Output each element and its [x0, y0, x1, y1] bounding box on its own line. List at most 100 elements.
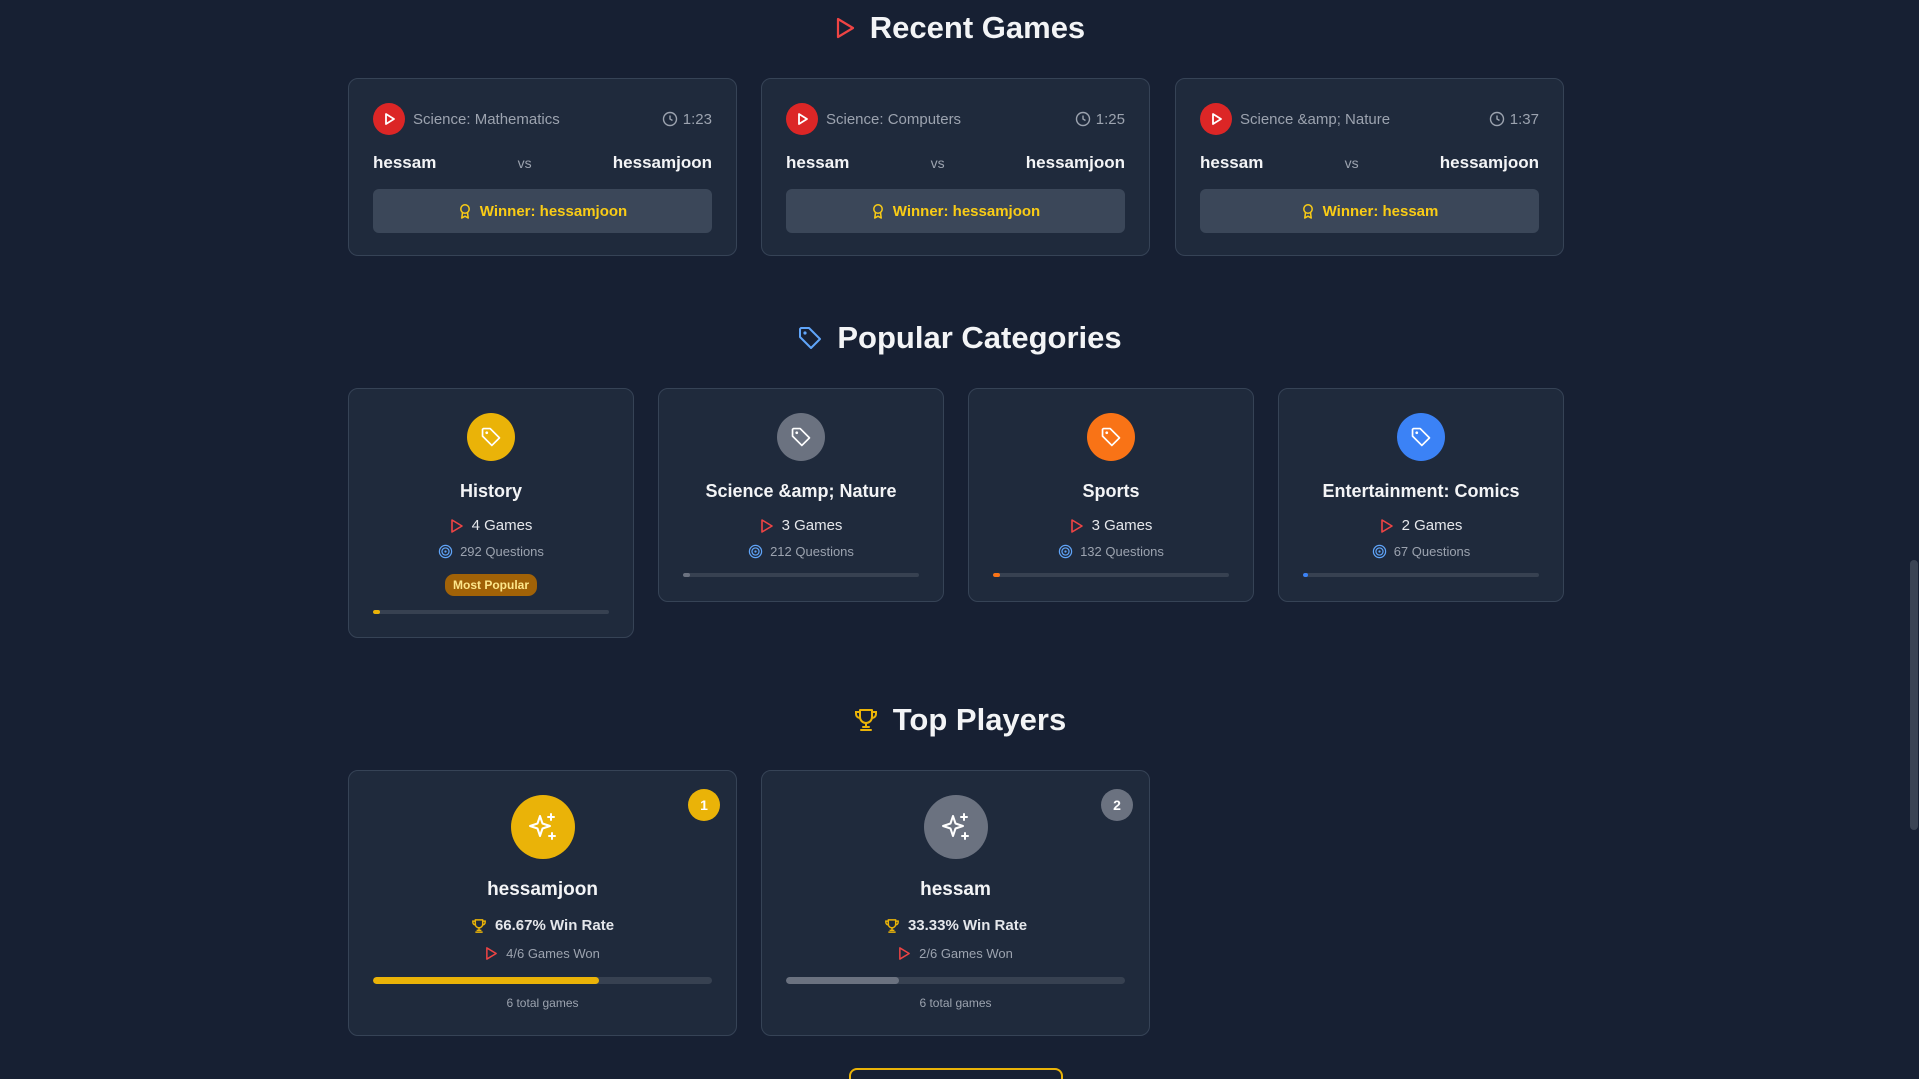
category-popularity-fill	[683, 573, 691, 577]
category-questions: 292 Questions	[349, 544, 633, 559]
category-name: Sports	[1082, 481, 1140, 501]
player-card[interactable]: 1 hessamjoon 66.67% Win Rate 4/6 Games W…	[348, 770, 737, 1036]
award-icon	[1302, 204, 1313, 219]
player-win-rate: 33.33% Win Rate	[762, 917, 1149, 934]
player-card[interactable]: 2 hessam 33.33% Win Rate 2/6 Games Won 6…	[761, 770, 1150, 1036]
games-won-text: 2/6 Games Won	[919, 946, 1013, 961]
winner-banner: Winner: hessamjoon	[373, 189, 712, 233]
game-duration: 1:25	[1075, 111, 1125, 128]
play-icon	[836, 17, 854, 39]
category-games: 2 Games	[1279, 517, 1563, 534]
award-icon	[459, 204, 470, 219]
winner-banner: Winner: hessam	[1200, 189, 1539, 233]
clock-icon	[662, 111, 677, 127]
category-questions: 132 Questions	[969, 544, 1253, 559]
scrollbar[interactable]	[1909, 0, 1919, 1079]
category-card-science-nature[interactable]: Science &amp; Nature 3 Games 212 Questio…	[658, 388, 944, 602]
vs-label: vs	[517, 155, 532, 171]
category-games: 3 Games	[659, 517, 943, 534]
player-two-name: hessamjoon	[612, 153, 712, 172]
winner-text: Winner: hessam	[1322, 202, 1439, 220]
play-icon	[786, 103, 818, 135]
game-time-text: 1:25	[1095, 110, 1125, 128]
winner-text: Winner: hessamjoon	[479, 202, 628, 220]
total-games: 6 total games	[919, 996, 992, 1010]
top-players-title: Top Players	[892, 702, 1067, 737]
clock-icon	[1489, 111, 1504, 127]
popular-categories-heading: Popular Categories	[0, 318, 1919, 358]
page: Recent Games Science: Mathematics 1:23 h…	[0, 0, 1919, 1079]
game-category: Science: Computers	[826, 110, 962, 128]
popular-categories-title: Popular Categories	[837, 320, 1122, 355]
award-icon	[872, 204, 883, 219]
win-rate-bar	[786, 977, 1125, 984]
win-rate-text: 33.33% Win Rate	[907, 917, 1028, 934]
play-icon	[450, 518, 463, 533]
rank-badge: 1	[688, 789, 720, 821]
winner-text: Winner: hessamjoon	[892, 202, 1041, 220]
category-games-count: 2 Games	[1401, 517, 1463, 534]
game-card[interactable]: Science: Mathematics 1:23 hessam vs hess…	[348, 78, 737, 256]
target-icon	[438, 544, 453, 559]
games-won-text: 4/6 Games Won	[506, 946, 600, 961]
clock-icon	[1075, 111, 1090, 127]
category-questions-count: 212 Questions	[770, 544, 854, 559]
tag-icon	[777, 413, 825, 461]
category-games-count: 4 Games	[471, 517, 533, 534]
target-icon	[1058, 544, 1073, 559]
category-popularity-bar	[683, 573, 919, 577]
category-card-history[interactable]: History 4 Games 292 Questions Most Popul…	[348, 388, 634, 638]
player-games-won: 4/6 Games Won	[349, 946, 736, 961]
total-games: 6 total games	[506, 996, 579, 1010]
category-games-count: 3 Games	[781, 517, 843, 534]
tag-icon	[467, 413, 515, 461]
vs-label: vs	[930, 155, 945, 171]
category-questions-count: 132 Questions	[1080, 544, 1164, 559]
game-card[interactable]: Science: Computers 1:25 hessam vs hessam…	[761, 78, 1150, 256]
tag-icon	[1087, 413, 1135, 461]
category-games: 4 Games	[349, 517, 633, 534]
play-icon	[760, 518, 773, 533]
player-name: hessamjoon	[487, 879, 598, 900]
win-rate-fill	[373, 977, 599, 984]
category-questions: 67 Questions	[1279, 544, 1563, 559]
category-popularity-fill	[1303, 573, 1308, 577]
play-icon	[899, 947, 911, 960]
play-icon	[1380, 518, 1393, 533]
player-win-rate: 66.67% Win Rate	[349, 917, 736, 934]
category-questions: 212 Questions	[659, 544, 943, 559]
top-players-heading: Top Players	[0, 700, 1919, 740]
category-games: 3 Games	[969, 517, 1253, 534]
category-popularity-bar	[993, 573, 1229, 577]
category-popularity-fill	[993, 573, 1001, 577]
win-rate-fill	[786, 977, 899, 984]
player-games-won: 2/6 Games Won	[762, 946, 1149, 961]
trophy-icon	[472, 918, 486, 933]
sparkles-icon	[510, 795, 575, 859]
category-name: Entertainment: Comics	[1322, 481, 1520, 501]
target-icon	[1372, 544, 1386, 559]
category-card-entertainment-comics[interactable]: Entertainment: Comics 2 Games 67 Questio…	[1278, 388, 1564, 602]
category-name: History	[459, 481, 522, 501]
category-card-sports[interactable]: Sports 3 Games 132 Questions	[968, 388, 1254, 602]
recent-games-title: Recent Games	[869, 10, 1086, 45]
category-questions-count: 292 Questions	[460, 544, 544, 559]
category-popularity-bar	[373, 610, 609, 614]
view-all-players-button[interactable]	[849, 1068, 1063, 1079]
category-popularity-bar	[1303, 573, 1539, 577]
game-category: Science &amp; Nature	[1240, 110, 1391, 128]
win-rate-bar	[373, 977, 712, 984]
scrollbar-thumb[interactable]	[1910, 560, 1918, 830]
play-icon	[486, 947, 498, 960]
trophy-icon	[854, 709, 877, 731]
game-duration: 1:37	[1489, 111, 1539, 128]
category-name: Science &amp; Nature	[705, 481, 897, 501]
most-popular-badge: Most Popular	[444, 574, 538, 596]
category-games-count: 3 Games	[1091, 517, 1153, 534]
rank-badge: 2	[1101, 789, 1133, 821]
game-time-text: 1:37	[1509, 110, 1539, 128]
player-one-name: hessam	[373, 153, 437, 172]
winner-banner: Winner: hessamjoon	[786, 189, 1125, 233]
target-icon	[748, 544, 763, 559]
game-card[interactable]: Science &amp; Nature 1:37 hessam vs hess…	[1175, 78, 1564, 256]
